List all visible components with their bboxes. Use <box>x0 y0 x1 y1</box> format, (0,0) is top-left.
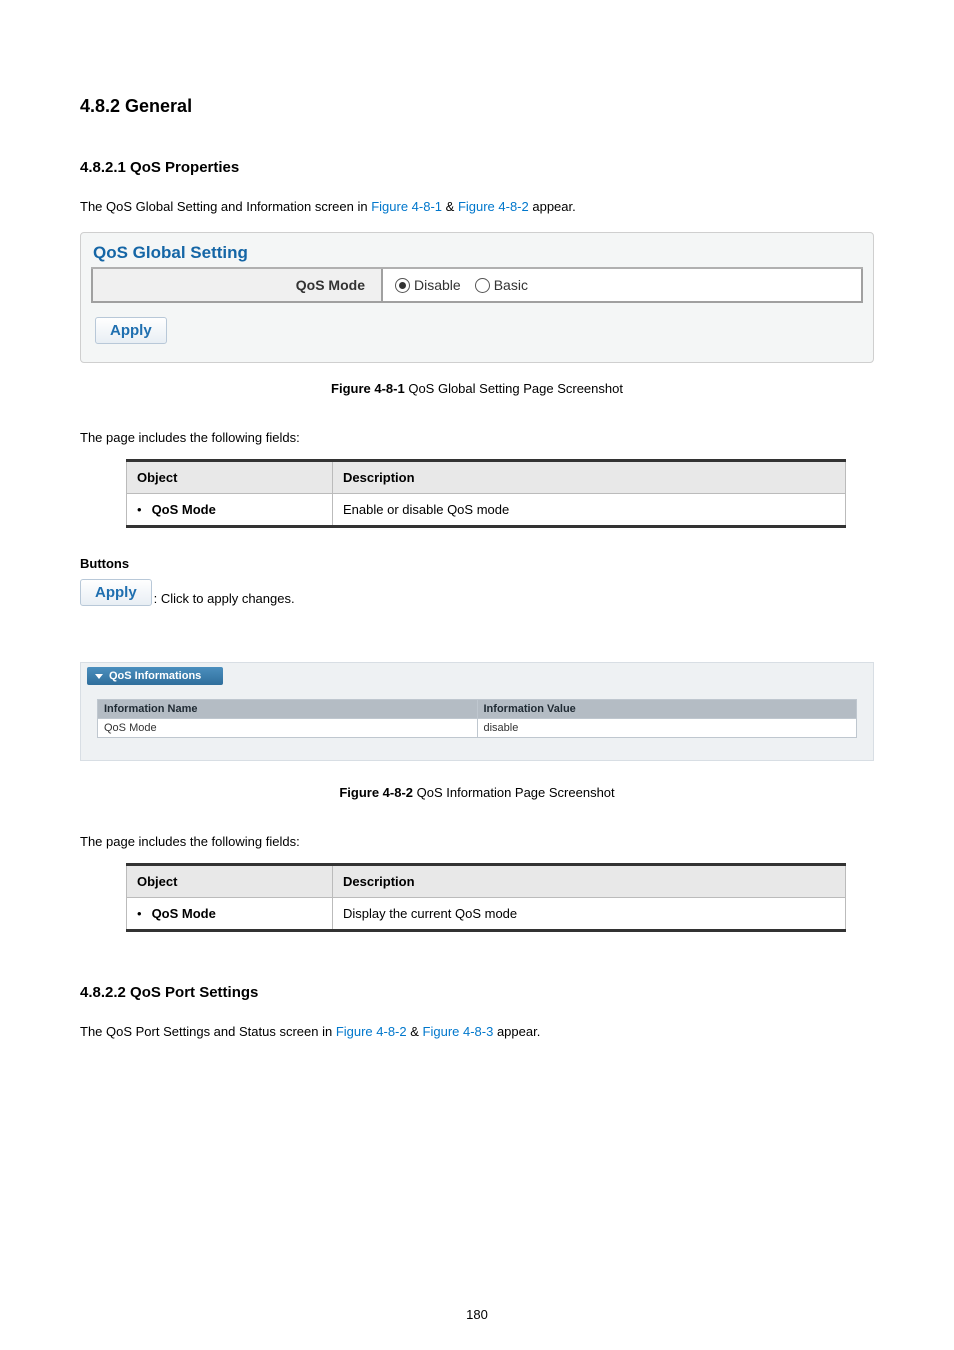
fields-table: Object Description • QoS Mode Enable or … <box>126 459 846 528</box>
bullet-icon: • <box>137 906 142 921</box>
buttons-line: Apply : Click to apply changes. <box>80 579 874 606</box>
figure-caption-bold: Figure 4-8-1 <box>331 381 405 396</box>
fields-table: Object Description • QoS Mode Display th… <box>126 863 846 932</box>
radio-label: Basic <box>494 277 528 293</box>
intro-text: & <box>442 199 458 214</box>
table-row: • QoS Mode Display the current QoS mode <box>127 898 846 931</box>
subsection-heading: 4.8.2.2 QoS Port Settings <box>80 984 874 1001</box>
radio-icon <box>395 278 410 293</box>
figure-link[interactable]: Figure 4-8-2 <box>336 1024 407 1039</box>
subsection-heading: 4.8.2.1 QoS Properties <box>80 159 874 176</box>
intro-paragraph: The QoS Port Settings and Status screen … <box>80 1021 874 1043</box>
radio-basic[interactable]: Basic <box>475 277 528 293</box>
td-object: • QoS Mode <box>127 898 333 931</box>
table-row: • QoS Mode Enable or disable QoS mode <box>127 494 846 527</box>
th-description: Description <box>333 461 846 494</box>
figure-caption-rest: QoS Global Setting Page Screenshot <box>405 381 623 396</box>
intro-text: & <box>407 1024 423 1039</box>
intro-text: The QoS Port Settings and Status screen … <box>80 1024 336 1039</box>
qos-informations-screenshot: QoS Informations Information Name Inform… <box>80 662 874 761</box>
page: 4.8.2 General 4.8.2.1 QoS Properties The… <box>0 0 954 1350</box>
apply-button[interactable]: Apply <box>95 317 167 344</box>
figure-caption-rest: QoS Information Page Screenshot <box>413 785 615 800</box>
figure-caption-bold: Figure 4-8-2 <box>339 785 413 800</box>
buttons-desc: : Click to apply changes. <box>154 591 295 606</box>
td-description: Enable or disable QoS mode <box>333 494 846 527</box>
td-object-text: QoS Mode <box>152 502 216 517</box>
form-row: QoS Mode Disable Basic <box>91 269 863 303</box>
figure-caption: Figure 4-8-2 QoS Information Page Screen… <box>80 785 874 800</box>
intro-text: The QoS Global Setting and Information s… <box>80 199 371 214</box>
qos-global-setting-screenshot: QoS Global Setting QoS Mode Disable Basi… <box>80 232 874 363</box>
fields-intro: The page includes the following fields: <box>80 430 874 445</box>
radio-icon <box>475 278 490 293</box>
info-table: Information Name Information Value QoS M… <box>97 699 857 738</box>
intro-text: appear. <box>529 199 576 214</box>
intro-paragraph: The QoS Global Setting and Information s… <box>80 196 874 218</box>
page-number: 180 <box>0 1307 954 1322</box>
apply-row: Apply <box>91 303 863 346</box>
fields-intro: The page includes the following fields: <box>80 834 874 849</box>
figure-link[interactable]: Figure 4-8-3 <box>423 1024 494 1039</box>
panel-title: QoS Global Setting <box>91 241 863 269</box>
td-object: • QoS Mode <box>127 494 333 527</box>
bullet-icon: • <box>137 502 142 517</box>
panel-collapse-bar[interactable]: QoS Informations <box>87 667 223 685</box>
th-description: Description <box>333 865 846 898</box>
radio-label: Disable <box>414 277 461 293</box>
section-heading: 4.8.2 General <box>80 96 874 117</box>
buttons-heading: Buttons <box>80 556 874 571</box>
th-info-name: Information Name <box>98 700 478 719</box>
td-description: Display the current QoS mode <box>333 898 846 931</box>
td-info-value: disable <box>477 719 857 738</box>
figure-caption: Figure 4-8-1 QoS Global Setting Page Scr… <box>80 381 874 396</box>
form-row-value: Disable Basic <box>383 269 861 301</box>
figure-link[interactable]: Figure 4-8-1 <box>371 199 442 214</box>
th-info-value: Information Value <box>477 700 857 719</box>
intro-text: appear. <box>493 1024 540 1039</box>
table-row: QoS Mode disable <box>98 719 857 738</box>
td-object-text: QoS Mode <box>152 906 216 921</box>
th-object: Object <box>127 461 333 494</box>
figure-link[interactable]: Figure 4-8-2 <box>458 199 529 214</box>
form-row-label: QoS Mode <box>93 269 383 301</box>
td-info-name: QoS Mode <box>98 719 478 738</box>
th-object: Object <box>127 865 333 898</box>
radio-disable[interactable]: Disable <box>395 277 461 293</box>
panel-title: QoS Informations <box>109 670 201 682</box>
chevron-down-icon <box>95 674 103 679</box>
apply-button[interactable]: Apply <box>80 579 152 606</box>
